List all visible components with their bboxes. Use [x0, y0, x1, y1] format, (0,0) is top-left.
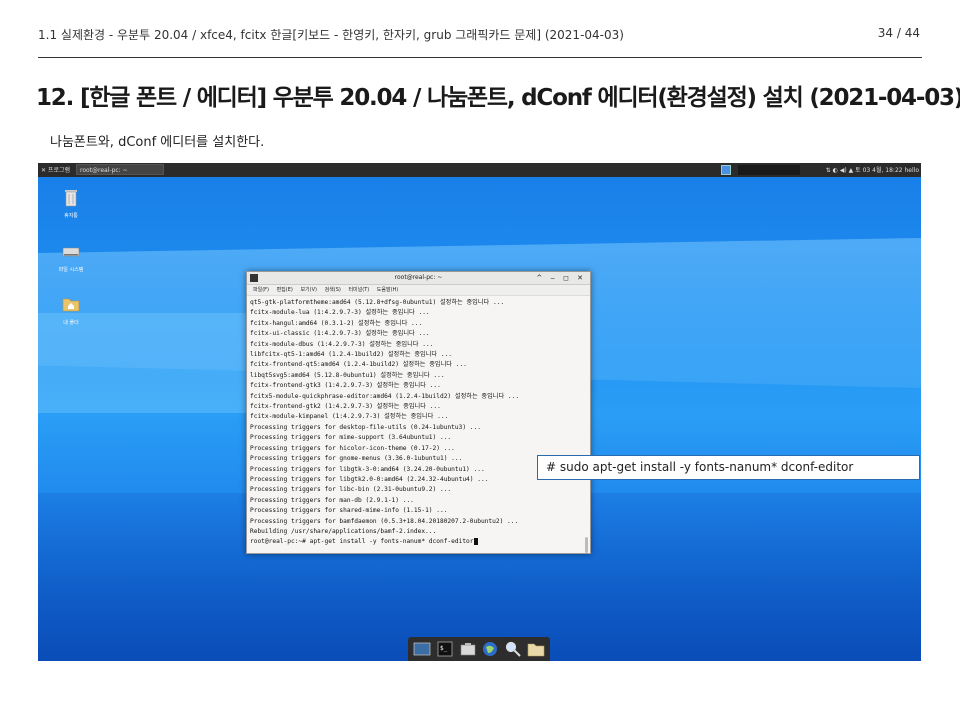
terminal-window[interactable]: root@real-pc: ~ ^ ‒ ◻ ✕ 파일(F) 편집(E) 보기(V… — [246, 271, 591, 554]
menu-search[interactable]: 검색(S) — [325, 287, 341, 293]
slide-title: 12. [한글 폰트 / 에디터] 우분투 20.04 / 나눔폰트, dCon… — [36, 85, 960, 111]
text-cursor — [473, 537, 478, 545]
terminal-scrollbar[interactable] — [585, 537, 588, 553]
terminal-line: fcitx5-module-quickphrase-editor:amd64 (… — [250, 392, 520, 400]
terminal-line: Rebuilding /usr/share/applications/bamf-… — [250, 527, 437, 535]
terminal-line: fcitx-ui-classic (1:4.2.9.7-3) 설정하는 중입니다… — [250, 330, 430, 338]
search-icon[interactable] — [504, 640, 522, 658]
terminal-title: root@real-pc: ~ — [394, 274, 443, 281]
applications-menu[interactable]: ✕ 프로그램 — [41, 165, 70, 174]
terminal-line: Processing triggers for desktop-file-uti… — [250, 423, 481, 431]
terminal-output[interactable]: qt5-gtk-platformtheme:amd64 (5.12.8+dfsg… — [247, 296, 590, 554]
menu-view[interactable]: 보기(V) — [300, 287, 317, 293]
terminal-launcher-icon[interactable]: $_ — [436, 640, 454, 658]
terminal-line: Processing triggers for mime-support (3.… — [250, 434, 452, 442]
folder-icon[interactable] — [527, 640, 545, 658]
desktop-icon-label: 파일 시스템 — [58, 267, 84, 273]
terminal-line: libfcitx-qt5-1:amd64 (1.2.4-1build2) 설정하… — [250, 351, 452, 359]
terminal-line: fcitx-module-kimpanel (1:4.2.9.7-3) 설정하는… — [250, 413, 449, 421]
svg-text:$_: $_ — [440, 645, 448, 652]
terminal-line: fcitx-frontend-gtk2 (1:4.2.9.7-3) 설정하는 중… — [250, 403, 441, 411]
terminal-line: qt5-gtk-platformtheme:amd64 (5.12.8+dfsg… — [250, 299, 505, 306]
desktop-top-panel: ✕ 프로그램 root@real-pc: ~ ⇅ ◐ ◀) ▲ 토 03 4월,… — [38, 163, 921, 177]
menu-terminal[interactable]: 터미널(T) — [348, 287, 369, 293]
desktop-icon-label: 휴지통 — [64, 213, 78, 219]
workspace-switcher[interactable] — [721, 165, 731, 175]
desktop-icon-trash[interactable]: 휴지통 — [46, 187, 96, 219]
terminal-line: Processing triggers for man-db (2.9.1-1)… — [250, 496, 414, 504]
desktop-screenshot: ✕ 프로그램 root@real-pc: ~ ⇅ ◐ ◀) ▲ 토 03 4월,… — [38, 163, 921, 661]
terminal-line: fcitx-module-lua (1:4.2.9.7-3) 설정하는 중입니다… — [250, 309, 430, 317]
terminal-titlebar[interactable]: root@real-pc: ~ ^ ‒ ◻ ✕ — [247, 272, 590, 285]
window-controls[interactable]: ^ ‒ ◻ ✕ — [536, 272, 586, 284]
terminal-icon — [250, 274, 258, 282]
terminal-line: Processing triggers for bamfdaemon (0.5.… — [250, 517, 519, 525]
show-desktop-icon[interactable] — [413, 640, 431, 658]
menu-file[interactable]: 파일(F) — [253, 287, 269, 293]
terminal-line: Processing triggers for shared-mime-info… — [250, 507, 448, 515]
terminal-menubar: 파일(F) 편집(E) 보기(V) 검색(S) 터미널(T) 도움말(H) — [247, 285, 590, 296]
terminal-line: fcitx-module-dbus (1:4.2.9.7-3) 설정하는 중입니… — [250, 340, 434, 348]
home-folder-icon — [62, 298, 80, 312]
terminal-line: Processing triggers for libc-bin (2.31-0… — [250, 486, 452, 494]
desktop-icon-home[interactable]: 내 폴더 — [46, 294, 96, 326]
terminal-command: root@real-pc:~# apt-get install -y fonts… — [250, 538, 474, 546]
terminal-line: libqt5svg5:amd64 (5.12.8-0ubuntu1) 설정하는 … — [250, 371, 445, 379]
command-callout-box: # sudo apt-get install -y fonts-nanum* d… — [537, 455, 920, 480]
panel-status-area: ⇅ ◐ ◀) ▲ 토 03 4월, 18:22 hello — [825, 167, 919, 174]
menu-help[interactable]: 도움말(H) — [377, 287, 398, 293]
slide-header-breadcrumb: 1.1 실제환경 - 우분투 20.04 / xfce4, fcitx 한글[키… — [38, 28, 624, 42]
page-number: 34 / 44 — [877, 26, 920, 40]
terminal-prompt-line: root@real-pc:~# apt-get install -y fonts… — [250, 537, 587, 547]
panel-blank-area — [738, 165, 800, 175]
desktop-icon-label: 내 폴더 — [63, 320, 79, 326]
terminal-line: Processing triggers for hicolor-icon-the… — [250, 444, 455, 452]
web-browser-icon[interactable] — [481, 640, 499, 658]
terminal-line: fcitx-frontend-qt5:amd64 (1.2.4-1build2)… — [250, 361, 467, 369]
desktop-icon-filesystem[interactable]: 파일 시스템 — [46, 241, 96, 273]
file-manager-icon[interactable] — [459, 640, 477, 658]
header-divider — [38, 57, 922, 58]
slide-subtitle: 나눔폰트와, dConf 에디터를 설치한다. — [50, 135, 265, 150]
menu-edit[interactable]: 편집(E) — [277, 287, 293, 293]
bottom-dock: $_ — [408, 637, 550, 661]
wallpaper-band — [38, 313, 258, 413]
hard-drive-icon — [62, 247, 80, 257]
taskbar-window-button[interactable]: root@real-pc: ~ — [76, 164, 164, 175]
trash-icon — [65, 190, 77, 207]
terminal-line: fcitx-frontend-gtk3 (1:4.2.9.7-3) 설정하는 중… — [250, 382, 441, 390]
terminal-line: fcitx-hangul:amd64 (0.3.1-2) 설정하는 중입니다 .… — [250, 319, 423, 327]
